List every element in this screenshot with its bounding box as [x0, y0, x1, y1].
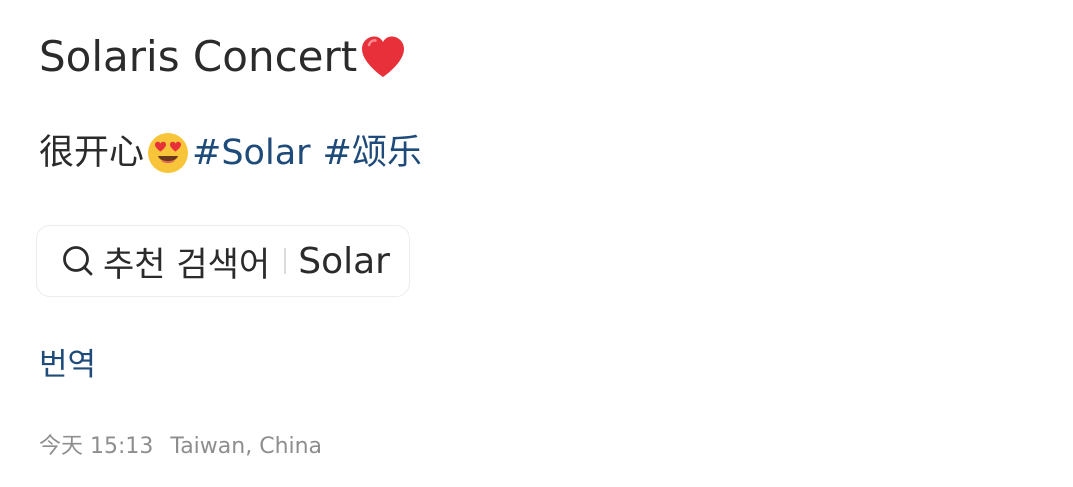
hashtag-link[interactable]: #颂乐	[323, 128, 422, 178]
post-body: 很开心 #Solar #颂乐	[39, 128, 422, 178]
chip-divider	[284, 248, 287, 274]
post-location: Taiwan, China	[170, 434, 323, 459]
post-body-text: 很开心	[39, 133, 145, 173]
post-meta: 今天 15:13 Taiwan, China	[39, 432, 322, 462]
post-title: Solaris Concert	[39, 28, 409, 86]
hashtag-link[interactable]: #Solar	[192, 128, 311, 178]
recommended-search-term: Solar	[298, 240, 390, 282]
recommended-search-chip[interactable]: 추천 검색어 Solar	[36, 225, 410, 297]
heart-emoji-icon	[362, 36, 405, 77]
heart-eyes-emoji-icon	[148, 133, 189, 173]
post-card: Solaris Concert 很开心 #Solar #颂乐 추천 검색어 So…	[0, 0, 1073, 487]
post-date: 今天 15:13	[39, 434, 154, 459]
search-icon	[63, 246, 93, 276]
recommended-search-label: 추천 검색어	[103, 244, 271, 285]
translate-link[interactable]: 번역	[39, 343, 96, 387]
post-title-text: Solaris Concert	[39, 32, 358, 81]
